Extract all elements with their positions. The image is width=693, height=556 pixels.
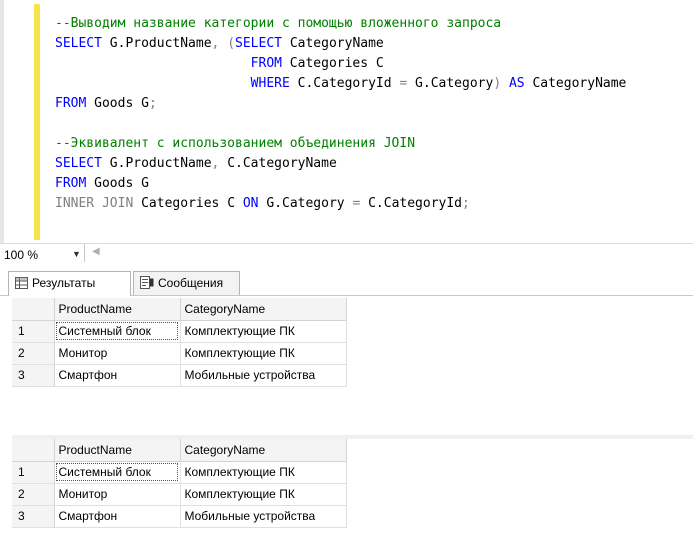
code-line[interactable]: FROM Goods G: [55, 174, 626, 194]
cell-categoryname[interactable]: Комплектующие ПК: [180, 461, 347, 484]
code-line[interactable]: SELECT G.ProductName, C.CategoryName: [55, 154, 626, 174]
code-token: SELECT: [55, 36, 102, 51]
sql-code[interactable]: --Выводим название категории с помощью в…: [55, 14, 626, 214]
row-number[interactable]: 3: [12, 505, 55, 528]
code-token: SELECT: [55, 156, 102, 171]
code-line[interactable]: SELECT G.ProductName, (SELECT CategoryNa…: [55, 34, 626, 54]
select-all-corner[interactable]: [12, 298, 55, 321]
results-table: ProductName CategoryName 1 Системный бло…: [12, 298, 347, 387]
table-row[interactable]: 2 Монитор Комплектующие ПК: [12, 342, 347, 365]
cell-productname[interactable]: Монитор: [54, 342, 181, 365]
query-editor[interactable]: --Выводим название категории с помощью в…: [0, 0, 693, 243]
code-token: G.ProductName: [101, 156, 212, 171]
cell-productname[interactable]: Смартфон: [54, 505, 181, 528]
table-row[interactable]: 2 Монитор Комплектующие ПК: [12, 483, 347, 506]
cell-productname[interactable]: Смартфон: [54, 364, 181, 387]
code-token: Goods G: [86, 176, 149, 191]
code-token: C.CategoryName: [219, 156, 337, 171]
code-token: SELECT: [235, 36, 282, 51]
tab-messages[interactable]: Сообщения: [133, 271, 240, 295]
select-all-corner[interactable]: [12, 439, 55, 462]
code-token: G.Category: [407, 76, 494, 91]
zoom-separator: [84, 244, 85, 262]
result-grid-2[interactable]: ProductName CategoryName 1 Системный бло…: [12, 439, 693, 556]
table-row[interactable]: 3 Смартфон Мобильные устройства: [12, 505, 347, 528]
code-token: C.CategoryId: [360, 196, 463, 211]
code-token: ): [493, 76, 502, 91]
code-token: --Выводим название категории с помощью в…: [55, 16, 502, 31]
tab-messages-label: Сообщения: [158, 276, 224, 290]
code-token: FROM: [55, 96, 87, 111]
scroll-left-icon[interactable]: ◀: [92, 246, 100, 257]
code-token: AS: [508, 76, 525, 91]
code-token: --Эквивалент с использованием объединени…: [55, 136, 416, 151]
result-grid-1[interactable]: ProductName CategoryName 1 Системный бло…: [12, 298, 693, 436]
editor-status-bar: 100 % ▼ ◀: [0, 243, 693, 266]
code-token: G.ProductName: [101, 36, 212, 51]
code-token: ;: [462, 196, 470, 211]
editor-margin: [0, 0, 4, 243]
results-tabs: Результаты Сообщения: [0, 265, 693, 296]
cell-productname[interactable]: Системный блок: [54, 320, 181, 343]
cell-categoryname[interactable]: Мобильные устройства: [180, 364, 347, 387]
zoom-combo[interactable]: 100 % ▼: [4, 247, 82, 263]
code-token: G.Category: [258, 196, 353, 211]
code-line[interactable]: FROM Categories C: [55, 54, 626, 74]
code-token: Categories C: [133, 196, 243, 211]
code-line[interactable]: FROM Goods G;: [55, 94, 626, 114]
header-row: ProductName CategoryName: [12, 439, 347, 462]
table-row[interactable]: 1 Системный блок Комплектующие ПК: [12, 461, 347, 484]
code-token: INNER JOIN: [55, 196, 134, 211]
cell-productname[interactable]: Монитор: [54, 483, 181, 506]
grid-icon: [15, 277, 28, 292]
zoom-value: 100 %: [4, 248, 39, 262]
code-token: C.CategoryId: [289, 76, 400, 91]
code-token: CategoryName: [282, 36, 384, 51]
cell-categoryname[interactable]: Комплектующие ПК: [180, 320, 347, 343]
column-header-categoryname[interactable]: CategoryName: [180, 439, 347, 462]
code-line[interactable]: --Эквивалент с использованием объединени…: [55, 134, 626, 154]
tab-results-label: Результаты: [32, 276, 96, 290]
results-table: ProductName CategoryName 1 Системный бло…: [12, 439, 347, 528]
code-token: ON: [242, 196, 259, 211]
row-number[interactable]: 2: [12, 483, 55, 506]
table-row[interactable]: 3 Смартфон Мобильные устройства: [12, 364, 347, 387]
messages-icon: [140, 276, 154, 292]
code-token: Categories C: [281, 56, 384, 71]
column-header-categoryname[interactable]: CategoryName: [180, 298, 347, 321]
row-number[interactable]: 1: [12, 461, 55, 484]
cell-categoryname[interactable]: Комплектующие ПК: [180, 342, 347, 365]
cell-categoryname[interactable]: Мобильные устройства: [180, 505, 347, 528]
tab-results[interactable]: Результаты: [8, 271, 131, 296]
code-token: FROM: [250, 56, 282, 71]
cell-productname[interactable]: Системный блок: [54, 461, 181, 484]
cell-categoryname[interactable]: Комплектующие ПК: [180, 483, 347, 506]
code-token: ;: [148, 96, 157, 111]
code-line[interactable]: --Выводим название категории с помощью в…: [55, 14, 626, 34]
row-number[interactable]: 3: [12, 364, 55, 387]
code-line[interactable]: WHERE C.CategoryId = G.Category) AS Cate…: [55, 74, 627, 94]
change-tracking-bar: [34, 4, 40, 240]
code-token: Goods G: [86, 96, 149, 111]
row-number[interactable]: 1: [12, 320, 55, 343]
column-header-productname[interactable]: ProductName: [54, 298, 181, 321]
header-row: ProductName CategoryName: [12, 298, 347, 321]
column-header-productname[interactable]: ProductName: [54, 439, 181, 462]
chevron-down-icon[interactable]: ▼: [72, 249, 81, 259]
code-token: FROM: [55, 176, 87, 191]
code-token: WHERE: [250, 76, 290, 91]
table-row[interactable]: 1 Системный блок Комплектующие ПК: [12, 320, 347, 343]
code-line[interactable]: INNER JOIN Categories C ON G.Category = …: [55, 194, 626, 214]
code-line[interactable]: [55, 114, 626, 134]
code-token: , (: [211, 36, 236, 51]
code-token: CategoryName: [524, 76, 627, 91]
row-number[interactable]: 2: [12, 342, 55, 365]
